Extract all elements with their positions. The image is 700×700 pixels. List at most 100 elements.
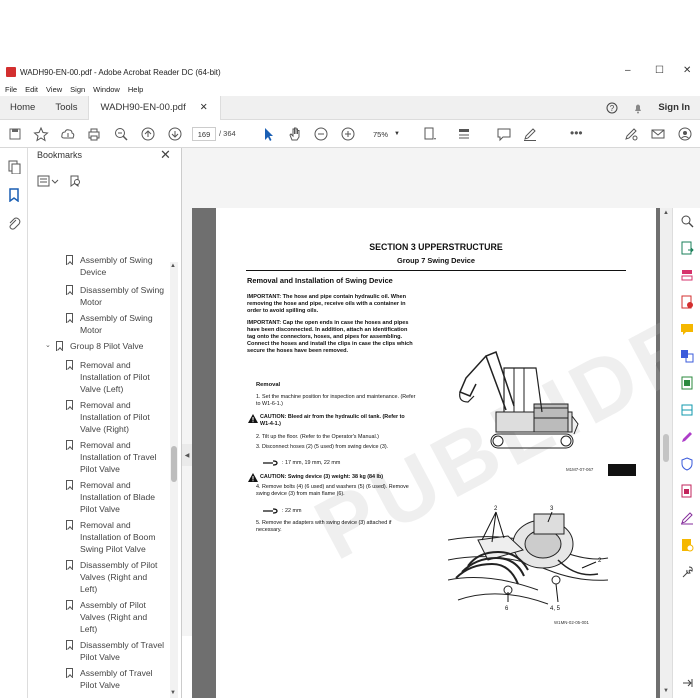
menu-view[interactable]: View	[46, 85, 62, 94]
comment-tool-icon[interactable]	[680, 322, 694, 336]
bookmark-item[interactable]: Assembly of Travel Pilot Valve	[66, 667, 170, 691]
document-scrollbar[interactable]: ▲ ▼	[660, 208, 672, 698]
bookmark-item[interactable]: Assembly of Swing Device	[66, 254, 170, 278]
minimize-button[interactable]: –	[625, 65, 631, 76]
save-icon[interactable]	[7, 126, 23, 142]
combine-files-icon[interactable]	[680, 349, 694, 363]
scroll-down-icon[interactable]: ▼	[663, 688, 669, 694]
tab-close-icon[interactable]: ✕	[200, 96, 208, 120]
compress-pdf-icon[interactable]	[680, 376, 694, 390]
hand-tool-icon[interactable]	[287, 126, 303, 142]
bookmark-item[interactable]: Disassembly of Travel Pilot Valve	[66, 639, 170, 663]
select-cursor-icon[interactable]	[260, 126, 276, 142]
bookmark-options-icon[interactable]	[37, 175, 59, 187]
zoom-search-icon[interactable]	[113, 126, 129, 142]
step-5: 5. Remove the adapters with swing device…	[256, 520, 392, 533]
protect-shield-icon[interactable]	[680, 457, 694, 471]
menu-help[interactable]: Help	[128, 85, 143, 94]
comment-icon[interactable]	[496, 126, 512, 142]
bookmark-item-group-8[interactable]: Group 8 Pilot Valve	[56, 340, 170, 352]
bookmark-panel-icon[interactable]	[7, 188, 21, 202]
edit-pdf-icon[interactable]	[680, 484, 694, 498]
menu-file[interactable]: File	[5, 85, 17, 94]
maximize-button[interactable]: ☐	[655, 65, 664, 76]
collapse-panel-handle[interactable]: ◀	[182, 444, 192, 466]
close-window-button[interactable]: ✕	[683, 65, 691, 76]
bookmark-item[interactable]: Disassembly of Pilot Valves (Right and L…	[66, 559, 170, 595]
fig2-label: 3	[550, 506, 554, 512]
bookmark-item[interactable]: Removal and Installation of Blade Pilot …	[66, 479, 170, 515]
cloud-upload-icon[interactable]	[60, 126, 76, 142]
document-scroll-thumb[interactable]	[663, 434, 669, 462]
export-pdf-icon[interactable]	[680, 241, 694, 255]
attachment-icon[interactable]	[7, 216, 21, 230]
excavator-illustration	[459, 351, 579, 449]
zoom-out-icon[interactable]	[313, 126, 329, 142]
document-viewer[interactable]: PUBLIDEPO.COM SECTION 3 UPPERSTRUCTURE G…	[192, 208, 660, 698]
more-tools-icon[interactable]: •••	[570, 126, 583, 140]
bell-icon[interactable]	[632, 102, 644, 114]
scroll-mode-icon[interactable]	[456, 126, 472, 142]
page-thumbnails-icon[interactable]	[7, 160, 21, 174]
scroll-down-icon[interactable]: ▼	[170, 690, 176, 696]
acrobat-window: WADH90-EN-00.pdf - Adobe Acrobat Reader …	[0, 62, 700, 698]
removal-subheading: Removal	[256, 382, 281, 388]
bookmarks-scrollbar[interactable]: ▲ ▼	[170, 262, 178, 698]
help-icon[interactable]: ?	[606, 102, 618, 114]
menu-sign[interactable]: Sign	[70, 85, 85, 94]
mail-icon[interactable]	[650, 126, 666, 142]
scroll-up-icon[interactable]: ▲	[663, 210, 669, 216]
create-pdf-icon[interactable]	[680, 295, 694, 309]
figure-1-caption: M1M7-07-067	[566, 467, 594, 472]
bookmark-item[interactable]: Removal and Installation of Travel Pilot…	[66, 439, 170, 475]
page-fit-icon[interactable]	[422, 126, 438, 142]
zoom-in-icon[interactable]	[340, 126, 356, 142]
menu-edit[interactable]: Edit	[25, 85, 38, 94]
account-icon[interactable]	[677, 126, 693, 142]
zoom-search-icon[interactable]	[680, 214, 694, 228]
page-number-input[interactable]: 169	[192, 127, 216, 141]
fig2-label: 4, 5	[550, 606, 561, 612]
chevron-down-icon[interactable]: ⌄	[45, 341, 51, 349]
expand-panel-icon[interactable]	[680, 676, 694, 690]
tab-document[interactable]: WADH90-EN-00.pdf ✕	[87, 95, 221, 120]
header-rule	[246, 270, 626, 271]
star-icon[interactable]	[33, 126, 49, 142]
main-toolbar: 169 / 364 75% ▼ •••	[0, 120, 700, 148]
pen-icon[interactable]	[522, 126, 538, 142]
bookmark-item[interactable]: Disassembly of Swing Motor	[66, 284, 170, 308]
find-bookmark-icon[interactable]	[69, 175, 81, 187]
pdf-page: PUBLIDEPO.COM SECTION 3 UPPERSTRUCTURE G…	[216, 208, 660, 698]
sign-pen-icon[interactable]	[623, 126, 639, 142]
zoom-level-value: 75%	[373, 129, 389, 139]
bookmarks-scroll-thumb[interactable]	[171, 446, 177, 482]
warning-icon	[248, 414, 258, 423]
bookmark-item[interactable]: Assembly of Pilot Valves (Right and Left…	[66, 599, 170, 635]
bookmark-item[interactable]: Removal and Installation of Pilot Valve …	[66, 359, 170, 395]
tab-tools[interactable]: Tools	[45, 96, 87, 120]
tab-home[interactable]: Home	[0, 96, 45, 120]
bookmark-item[interactable]: Removal and Installation of Pilot Valve …	[66, 399, 170, 435]
more-tools-wrench-icon[interactable]	[680, 565, 694, 579]
swing-device-diagram: 2 3 2 6 4, 5	[448, 506, 609, 615]
wrench-icon	[263, 460, 278, 466]
fill-sign-icon[interactable]	[680, 430, 694, 444]
scroll-up-icon[interactable]: ▲	[170, 263, 176, 269]
scan-enhance-icon[interactable]	[680, 403, 694, 417]
bookmark-item[interactable]: Removal and Installation of Boom Swing P…	[66, 519, 170, 555]
request-signature-icon[interactable]	[680, 511, 694, 525]
page-total: / 364	[219, 129, 236, 138]
bookmark-item[interactable]: Assembly of Swing Motor	[66, 312, 170, 336]
menu-window[interactable]: Window	[93, 85, 120, 94]
bookmark-tools	[37, 175, 81, 187]
page-edge-tab	[608, 464, 636, 476]
page-down-icon[interactable]	[167, 126, 183, 142]
sign-in-link[interactable]: Sign In	[658, 102, 690, 113]
close-panel-icon[interactable]: ✕	[160, 147, 171, 163]
window-title: WADH90-EN-00.pdf - Adobe Acrobat Reader …	[20, 67, 221, 77]
send-for-comments-icon[interactable]	[680, 538, 694, 552]
page-up-icon[interactable]	[140, 126, 156, 142]
organize-pages-icon[interactable]	[680, 268, 694, 282]
print-icon[interactable]	[86, 126, 102, 142]
zoom-level-select[interactable]: 75% ▼	[367, 127, 409, 141]
